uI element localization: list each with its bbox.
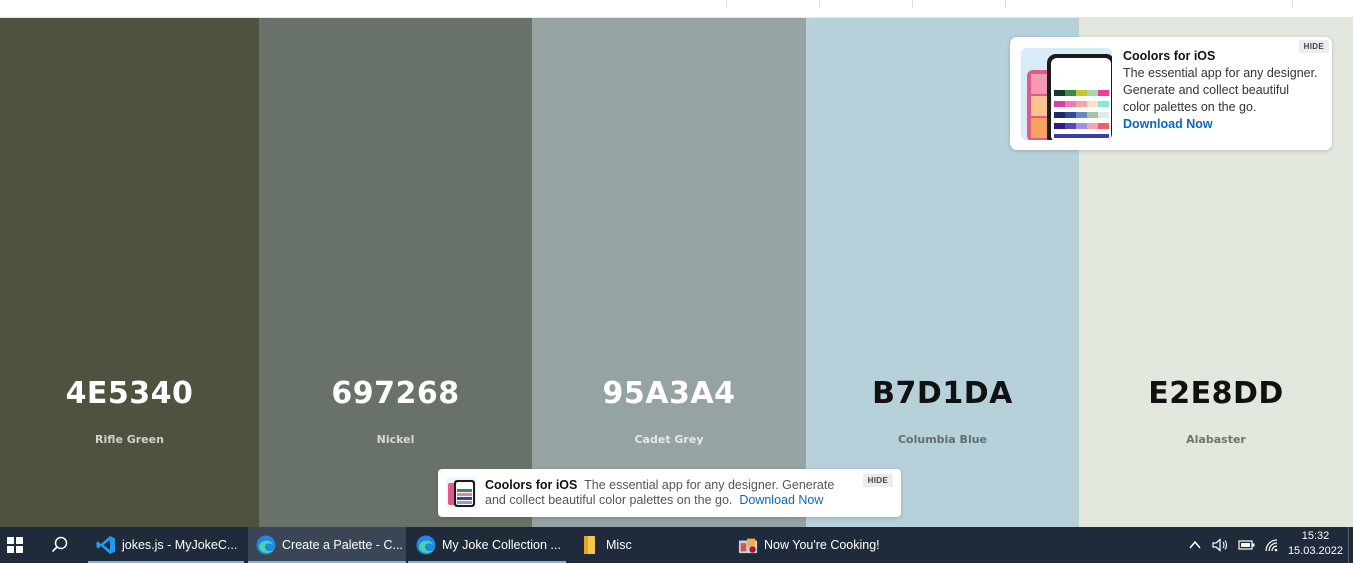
taskbar-item-label: Misc	[606, 538, 632, 552]
swatch-name: Nickel	[376, 433, 415, 446]
hide-ad-button[interactable]: HIDE	[862, 474, 893, 487]
taskbar-item-label: Create a Palette - C...	[282, 538, 403, 552]
toolbar-divider	[726, 0, 727, 8]
taskbar-item-label: jokes.js - MyJokeC...	[122, 538, 238, 552]
taskbar-item-label: My Joke Collection ...	[442, 538, 561, 552]
swatch-name: Alabaster	[1186, 433, 1246, 446]
clock-time: 15:32	[1301, 530, 1330, 542]
swatch-hex[interactable]: 4E5340	[0, 376, 259, 411]
ad-text: Coolors for iOS The essential app for an…	[1123, 48, 1328, 133]
toolbar-divider	[912, 0, 913, 8]
app-icon	[738, 538, 758, 554]
system-tray	[1188, 527, 1288, 563]
search-button[interactable]	[40, 527, 80, 563]
ad-line: The essential app for any designer. Gene…	[584, 478, 835, 492]
ad-line: color palettes on the go.	[1123, 100, 1257, 114]
ad-text: Coolors for iOS The essential app for an…	[485, 478, 855, 508]
app-preview-image	[1021, 48, 1112, 140]
toolbar-divider	[1005, 0, 1006, 8]
show-desktop-button[interactable]	[1348, 527, 1353, 563]
download-now-link[interactable]: Download Now	[1123, 116, 1328, 133]
toolbar-divider	[819, 0, 820, 8]
taskbar-item-misc-folder[interactable]: Misc	[572, 527, 722, 563]
folder-icon	[584, 536, 595, 554]
swatch-hex[interactable]: 697268	[259, 376, 532, 411]
taskbar-item-cooking-app[interactable]: Now You're Cooking!	[730, 527, 900, 563]
ad-line: and collect beautiful color palettes on …	[485, 493, 733, 507]
ad-line: The essential app for any designer.	[1123, 66, 1318, 80]
swatch-name: Rifle Green	[95, 433, 164, 446]
edge-icon	[256, 535, 276, 555]
ad-line: Generate and collect beautiful	[1123, 83, 1290, 97]
ios-app-ad-banner[interactable]: Coolors for iOS The essential app for an…	[438, 469, 901, 517]
swatch-name: Columbia Blue	[897, 433, 988, 446]
taskbar-item-edge-palette[interactable]: Create a Palette - C...	[248, 527, 406, 563]
swatch-3[interactable]: 95A3A4 Cadet Grey	[532, 18, 806, 527]
system-clock[interactable]: 15:32 15.03.2022	[1288, 529, 1343, 559]
taskbar-item-edge-jokes[interactable]: My Joke Collection ...	[408, 527, 566, 563]
taskbar-item-label: Now You're Cooking!	[764, 538, 880, 552]
swatch-hex[interactable]: B7D1DA	[806, 376, 1079, 411]
download-now-link[interactable]: Download Now	[739, 493, 823, 507]
search-icon	[51, 536, 68, 553]
swatch-name: Cadet Grey	[634, 433, 704, 446]
speaker-icon[interactable]	[1212, 538, 1230, 552]
swatch-2[interactable]: 697268 Nickel	[259, 18, 532, 527]
battery-icon[interactable]	[1238, 538, 1256, 552]
top-toolbar	[0, 0, 1353, 18]
windows-icon	[7, 537, 23, 553]
hide-ad-button[interactable]: HIDE	[1298, 40, 1329, 53]
taskbar-item-vscode[interactable]: jokes.js - MyJokeC...	[88, 527, 244, 563]
swatch-hex[interactable]: 95A3A4	[532, 376, 806, 411]
ad-title: Coolors for iOS	[1123, 49, 1216, 63]
windows-taskbar: jokes.js - MyJokeC... Create a Palette -…	[0, 527, 1353, 563]
toolbar-divider	[1292, 0, 1293, 8]
chevron-up-icon[interactable]	[1188, 538, 1202, 552]
start-button[interactable]	[0, 527, 30, 563]
swatch-hex[interactable]: E2E8DD	[1079, 376, 1353, 411]
edge-icon	[416, 535, 436, 555]
app-thumbnail-image	[446, 477, 477, 508]
ad-title: Coolors for iOS	[485, 478, 578, 492]
ios-app-ad-card[interactable]: Coolors for iOS The essential app for an…	[1010, 37, 1332, 150]
clock-date: 15.03.2022	[1287, 545, 1343, 557]
vscode-icon	[96, 536, 115, 554]
swatch-1[interactable]: 4E5340 Rifle Green	[0, 18, 259, 527]
wifi-icon[interactable]	[1264, 538, 1280, 552]
